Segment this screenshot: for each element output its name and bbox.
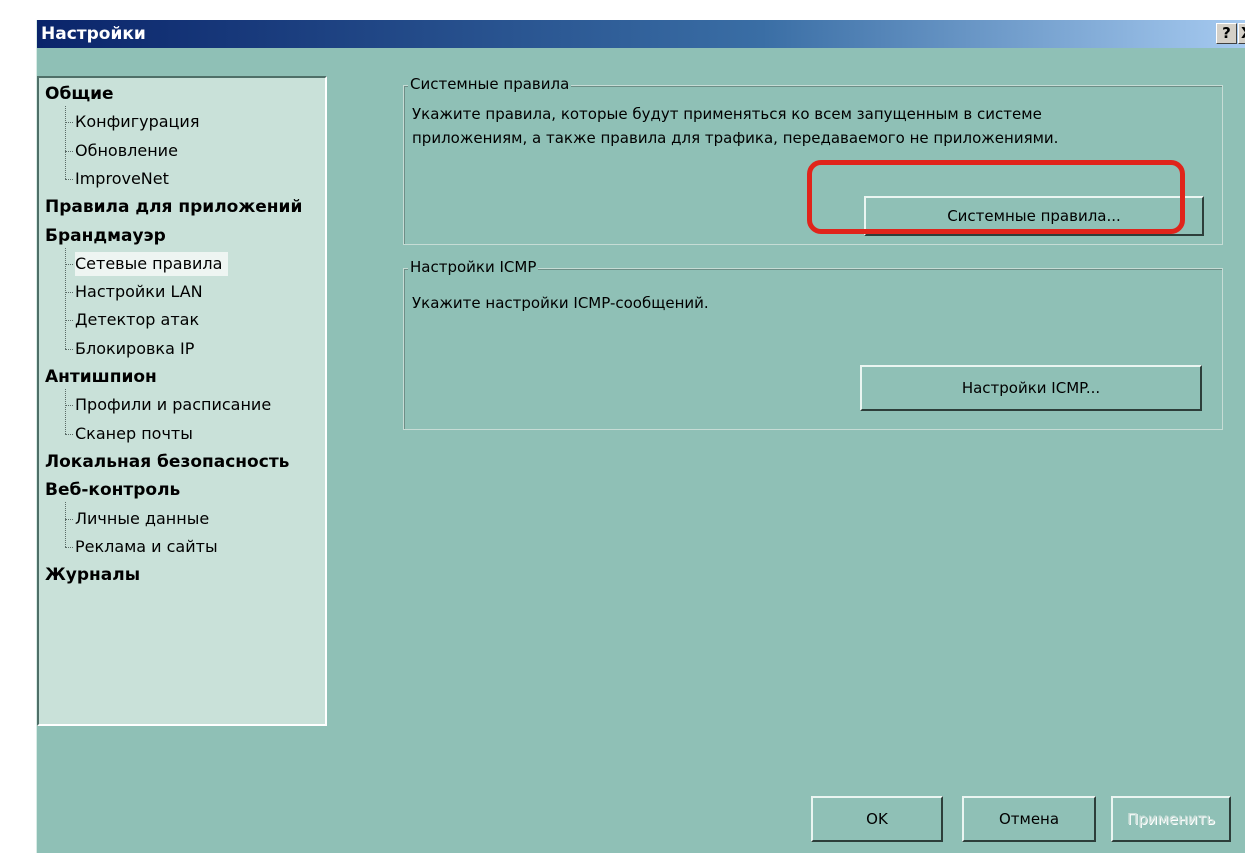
tree-category[interactable]: Веб-контроль	[45, 478, 180, 502]
tree-connector	[65, 247, 66, 349]
icmp-group: Настройки ICMP Укажите настройки ICMP-со…	[403, 258, 1223, 430]
ok-button[interactable]: OK	[811, 796, 943, 842]
window-title: Настройки	[41, 24, 146, 44]
tree-connector	[65, 348, 73, 350]
help-icon[interactable]: ?	[1216, 23, 1237, 44]
tree-connector	[65, 106, 66, 179]
close-icon[interactable]: X	[1238, 23, 1245, 44]
icmp-description: Укажите настройки ICMP-сообщений.	[412, 294, 709, 312]
tree-connector	[65, 292, 73, 294]
tree-subitem[interactable]: Обновление	[75, 139, 178, 163]
title-bar[interactable]: Настройки ? X	[37, 20, 1245, 48]
tree-category[interactable]: Брандмауэр	[45, 224, 166, 248]
tree-subitem[interactable]: ImproveNet	[75, 167, 169, 191]
tree-connector	[65, 518, 73, 520]
system-rules-description-line2: приложениям, а также правила для трафика…	[412, 129, 1059, 147]
icmp-settings-button[interactable]: Настройки ICMP...	[860, 365, 1202, 411]
tree-category[interactable]: Локальная безопасность	[45, 450, 289, 474]
apply-button[interactable]: Применить	[1111, 796, 1231, 842]
settings-tree[interactable]: Общие Конфигурация Обновление ImproveNet Пра…	[37, 76, 327, 726]
tree-category[interactable]: Антишпион	[45, 365, 157, 389]
tree-connector	[65, 405, 73, 407]
tree-subitem[interactable]: Блокировка IP	[75, 337, 194, 361]
tree-subitem[interactable]: Профили и расписание	[75, 393, 271, 417]
tree-subitem[interactable]: Детектор атак	[75, 308, 199, 332]
tree-category[interactable]: Общие	[45, 82, 114, 106]
tree-subitem[interactable]: Сетевые правила	[75, 251, 229, 276]
system-rules-legend: Системные правила	[408, 75, 572, 93]
red-highlight-frame	[807, 160, 1185, 234]
tree-connector	[65, 320, 73, 322]
tree-subitem[interactable]: Реклама и сайты	[75, 535, 218, 559]
tree-connector	[65, 433, 73, 435]
system-rules-description-line1: Укажите правила, которые будут применять…	[412, 105, 1042, 123]
tree-connector	[65, 546, 73, 548]
tree-category[interactable]: Журналы	[45, 563, 140, 587]
icmp-legend: Настройки ICMP	[408, 258, 539, 276]
tree-subitem[interactable]: Настройки LAN	[75, 280, 203, 304]
settings-dialog: Настройки ? X Общие Конфигурация Обновлени…	[36, 20, 1245, 853]
tree-connector	[65, 389, 66, 434]
cancel-button[interactable]: Отмена	[962, 796, 1096, 842]
tree-connector	[65, 502, 66, 547]
tree-connector	[65, 150, 73, 152]
tree-connector	[65, 263, 73, 265]
tree-subitem[interactable]: Конфигурация	[75, 110, 199, 134]
system-rules-description: Укажите правила, которые будут применять…	[412, 102, 1058, 150]
tree-connector	[65, 122, 73, 124]
tree-subitem[interactable]: Личные данные	[75, 507, 209, 531]
tree-category[interactable]: Правила для приложений	[45, 195, 302, 219]
tree-subitem[interactable]: Сканер почты	[75, 422, 193, 446]
tree-connector	[65, 178, 73, 180]
